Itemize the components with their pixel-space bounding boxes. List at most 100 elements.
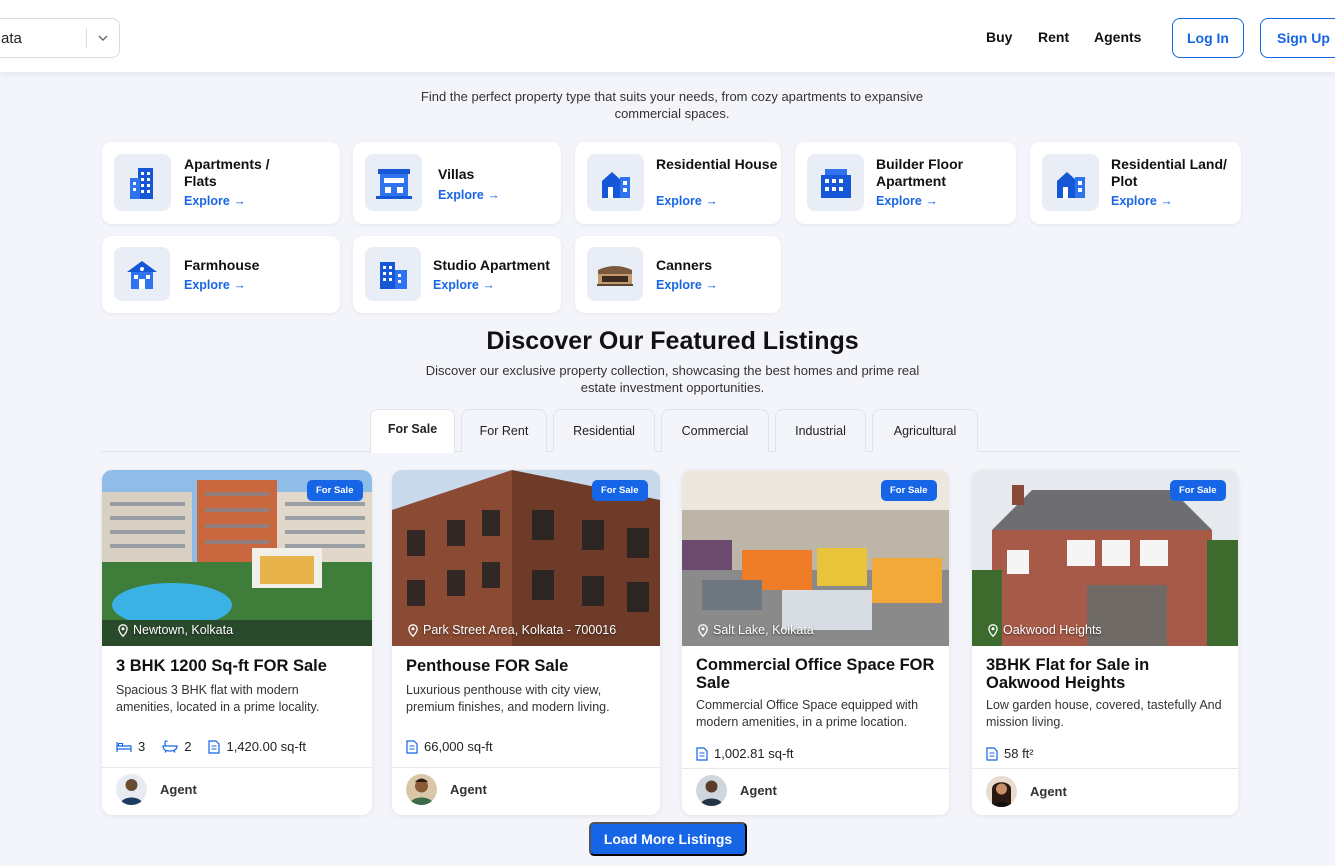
card-divider — [682, 768, 949, 769]
explore-link[interactable]: Explore → — [656, 278, 718, 292]
agent-info[interactable]: Agent — [406, 774, 487, 805]
beds-count: 3 — [138, 739, 146, 754]
listing-card[interactable]: For Sale Oakwood Heights 3BHK Flat for S… — [972, 470, 1238, 815]
for-sale-badge: For Sale — [881, 480, 937, 501]
property-type-title: Studio Apartment — [433, 257, 550, 273]
listing-location: Park Street Area, Kolkata - 700016 — [408, 623, 616, 637]
listing-description: Low garden house, covered, tastefully An… — [986, 698, 1222, 729]
property-type-card-apartments[interactable]: Apartments / Flats Explore → — [102, 142, 340, 224]
explore-link[interactable]: Explore → — [1111, 194, 1173, 208]
property-type-card-canners[interactable]: Canners Explore → — [575, 236, 781, 313]
load-more-listings-button[interactable]: Load More Listings — [589, 822, 747, 856]
area-stat: 58 ft² — [986, 746, 1034, 761]
area-stat: 1,002.81 sq-ft — [696, 746, 794, 761]
signup-button[interactable]: Sign Up — [1260, 18, 1335, 58]
tab-agricultural[interactable]: Agricultural — [872, 409, 978, 452]
canners-photo-icon — [587, 247, 643, 301]
property-type-title: Apartments / Flats — [184, 156, 270, 189]
agent-info[interactable]: Agent — [986, 776, 1067, 807]
listing-card[interactable]: For Sale Park Street Area, Kolkata - 700… — [392, 470, 660, 815]
for-sale-badge: For Sale — [592, 480, 648, 501]
listing-photo-brick-house[interactable]: For Sale Oakwood Heights — [972, 470, 1238, 646]
tab-commercial[interactable]: Commercial — [661, 409, 769, 452]
featured-listings-subtitle: Discover our exclusive property collecti… — [425, 363, 920, 395]
listing-title[interactable]: Commercial Office Space FOR Sale — [696, 656, 936, 692]
explore-link[interactable]: Explore → — [656, 194, 718, 208]
property-type-title: Builder Floor Apartment — [876, 156, 964, 189]
nav-agents-link[interactable]: Agents — [1094, 29, 1141, 45]
nav-buy-link[interactable]: Buy — [986, 29, 1012, 45]
card-divider — [972, 768, 1238, 769]
avatar — [696, 775, 727, 806]
explore-link[interactable]: Explore → — [438, 188, 500, 202]
beds-stat: 3 — [116, 739, 145, 754]
listing-card[interactable]: For Sale Salt Lake, Kolkata Commercial O… — [682, 470, 949, 815]
agent-info[interactable]: Agent — [116, 774, 197, 805]
area-doc-icon — [406, 739, 418, 754]
listing-description: Commercial Office Space equipped with mo… — [696, 698, 919, 729]
area-value: 66,000 sq-ft — [424, 739, 493, 754]
farmhouse-icon — [114, 247, 170, 301]
agent-info[interactable]: Agent — [696, 775, 777, 806]
area-value: 1,002.81 sq-ft — [714, 746, 794, 761]
listing-title[interactable]: 3 BHK 1200 Sq-ft FOR Sale — [116, 657, 356, 675]
tab-for-sale[interactable]: For Sale — [370, 409, 455, 453]
tab-residential[interactable]: Residential — [553, 409, 655, 452]
card-divider — [392, 767, 660, 768]
property-type-title: Canners — [656, 257, 713, 273]
area-stat: 1,420.00 sq-ft — [208, 739, 306, 754]
agent-label: Agent — [450, 782, 487, 797]
area-doc-icon — [208, 739, 221, 754]
login-button[interactable]: Log In — [1172, 18, 1244, 58]
chevron-down-icon[interactable] — [97, 32, 109, 44]
listing-stats: 58 ft² — [986, 746, 1051, 761]
area-value: 1,420.00 sq-ft — [226, 739, 306, 754]
property-type-title: Residential House — [656, 156, 778, 172]
listing-photo-apartment-complex[interactable]: For Sale Newtown, Kolkata — [102, 470, 372, 646]
map-pin-icon — [118, 623, 128, 637]
property-type-card-villas[interactable]: Villas Explore → — [353, 142, 561, 224]
tab-industrial[interactable]: Industrial — [775, 409, 866, 452]
apartment-building-icon — [114, 154, 171, 211]
listing-title[interactable]: Penthouse FOR Sale — [406, 657, 646, 675]
listing-card[interactable]: For Sale Newtown, Kolkata 3 BHK 1200 Sq-… — [102, 470, 372, 815]
tab-for-rent[interactable]: For Rent — [461, 409, 547, 452]
city-select-value: ata — [1, 30, 22, 47]
agent-label: Agent — [160, 782, 197, 797]
area-stat: 66,000 sq-ft — [406, 739, 493, 754]
explore-link[interactable]: Explore → — [433, 278, 495, 292]
property-type-card-land-plot[interactable]: Residential Land/ Plot Explore → — [1030, 142, 1241, 224]
property-type-card-builder-floor[interactable]: Builder Floor Apartment Explore → — [795, 142, 1016, 224]
nav-rent-link[interactable]: Rent — [1038, 29, 1069, 45]
listing-stats: 3 2 1,420.00 sq-ft — [116, 739, 323, 754]
for-sale-badge: For Sale — [307, 480, 363, 501]
select-divider — [86, 28, 87, 48]
listing-description: Spacious 3 BHK flat with modern amenitie… — [116, 683, 320, 714]
explore-link[interactable]: Explore → — [876, 194, 938, 208]
location-text: Salt Lake, Kolkata — [713, 623, 814, 637]
featured-listings-title: Discover Our Featured Listings — [486, 327, 859, 355]
villa-icon — [365, 154, 422, 211]
avatar — [986, 776, 1017, 807]
property-type-card-farmhouse[interactable]: Farmhouse Explore → — [102, 236, 340, 313]
explore-link[interactable]: Explore → — [184, 194, 246, 208]
city-select[interactable]: ata — [0, 18, 120, 58]
avatar — [116, 774, 147, 805]
map-pin-icon — [408, 623, 418, 637]
property-type-card-residential-house[interactable]: Residential House Explore → — [575, 142, 781, 224]
property-type-card-studio[interactable]: Studio Apartment Explore → — [353, 236, 561, 313]
agent-label: Agent — [1030, 784, 1067, 799]
map-pin-icon — [988, 623, 998, 637]
explore-link[interactable]: Explore → — [184, 278, 246, 292]
listing-photo-brick-building[interactable]: For Sale Park Street Area, Kolkata - 700… — [392, 470, 660, 646]
baths-count: 2 — [184, 739, 192, 754]
area-doc-icon — [986, 746, 998, 761]
land-plot-icon — [1042, 154, 1099, 211]
listing-title[interactable]: 3BHK Flat for Sale in Oakwood Heights — [986, 656, 1226, 692]
top-navbar: ata Buy Rent Agents Log In Sign Up — [0, 0, 1335, 72]
listing-description: Luxurious penthouse with city view, prem… — [406, 683, 610, 714]
listing-photo-office-space[interactable]: For Sale Salt Lake, Kolkata — [682, 470, 949, 646]
map-pin-icon — [698, 623, 708, 637]
property-type-title: Residential Land/ Plot — [1111, 156, 1227, 189]
builder-floor-icon — [807, 154, 864, 211]
